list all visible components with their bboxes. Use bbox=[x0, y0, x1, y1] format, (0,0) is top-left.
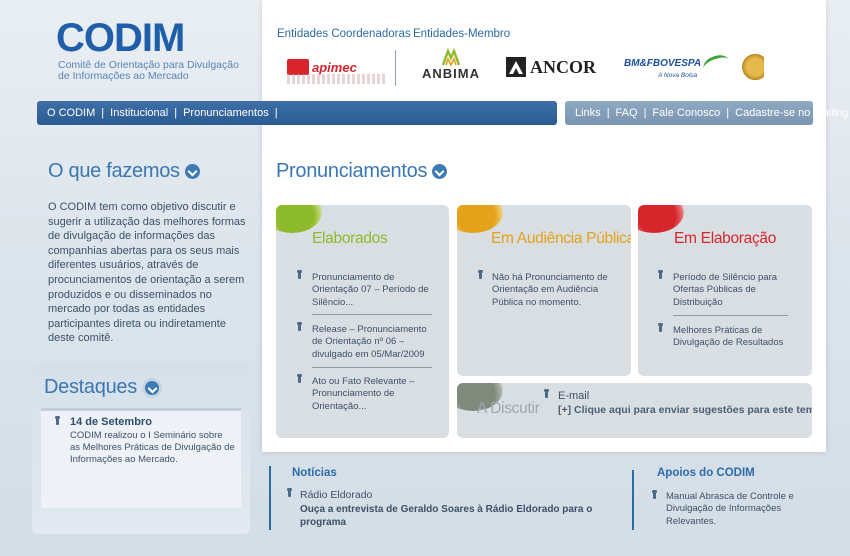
anbima-logo[interactable]: ANBIMA bbox=[418, 48, 484, 86]
card-discutir-title: A Discutir bbox=[477, 400, 540, 417]
apoios-text[interactable]: Manual Abrasca de Controle e Divulgação … bbox=[666, 491, 796, 528]
card-elaborados-title: Elaborados bbox=[312, 230, 388, 247]
noticias-section: Notícias bbox=[292, 467, 337, 479]
chevron-down-icon bbox=[184, 164, 200, 179]
bullet-icon bbox=[55, 416, 60, 425]
green-blob-icon bbox=[276, 205, 322, 233]
bovespa-tagline: A Nova Bolsa bbox=[658, 71, 698, 79]
nav-mailing[interactable]: Cadastre-se no Mailing bbox=[735, 107, 848, 119]
card-elaboracao: Em Elaboração Período de Silêncio para O… bbox=[638, 205, 812, 376]
elaborados-item-1[interactable]: Pronunciamento de Orientação 07 – Períod… bbox=[312, 272, 432, 309]
pronunciamentos-title: Pronunciamentos bbox=[276, 160, 428, 182]
chevron-down-icon bbox=[141, 377, 162, 398]
chevron-down-icon bbox=[432, 164, 448, 179]
nav-separator: | bbox=[101, 107, 105, 119]
entities-divider bbox=[395, 50, 396, 86]
divider bbox=[312, 314, 432, 315]
noticias-headline[interactable]: Ouça a entrevista de Geraldo Soares à Rá… bbox=[300, 503, 600, 529]
nav-separator: | bbox=[174, 107, 178, 119]
apoios-title[interactable]: Apoios do CODIM bbox=[657, 467, 755, 479]
elaborados-item-2[interactable]: Release – Pronunciamento de Orientação n… bbox=[312, 324, 432, 361]
ancor-mark-icon bbox=[506, 57, 526, 77]
card-elaboracao-title: Em Elaboração bbox=[674, 230, 777, 247]
apimec-logo[interactable]: apimec bbox=[287, 48, 387, 86]
cfc-logo[interactable] bbox=[742, 48, 764, 86]
bullet-icon bbox=[297, 374, 302, 383]
logo-subtitle-line2: de Informações ao Mercado bbox=[58, 70, 189, 82]
orange-blob-icon bbox=[457, 205, 503, 233]
divider bbox=[673, 315, 788, 316]
bullet-icon bbox=[297, 322, 302, 331]
about-text: O CODIM tem como objetivo discutir e sug… bbox=[48, 201, 246, 345]
main-nav: O CODIM | Institucional | Pronunciamento… bbox=[37, 101, 557, 125]
nav-separator: | bbox=[643, 107, 647, 119]
anbima-mark-icon bbox=[441, 48, 461, 66]
discutir-email-label: E-mail bbox=[558, 390, 590, 402]
nav-links[interactable]: Links bbox=[575, 107, 601, 119]
bullet-icon bbox=[658, 270, 663, 279]
divider bbox=[312, 367, 432, 368]
members-label: Entidades-Membro bbox=[413, 28, 511, 40]
bullet-icon bbox=[297, 270, 302, 279]
apimec-mark-icon bbox=[287, 59, 309, 75]
codim-logo[interactable]: CODIM Comitê de Orientação para Divulgaç… bbox=[56, 18, 256, 82]
ancor-wordmark: ANCOR bbox=[530, 56, 596, 77]
discutir-suggestion-link[interactable]: [+] Clique aqui para enviar sugestões pa… bbox=[558, 404, 812, 416]
page: CODIM Comitê de Orientação para Divulgaç… bbox=[0, 0, 850, 556]
bullet-icon bbox=[287, 488, 292, 497]
bovespa-logo[interactable]: BM&FBOVESPA A Nova Bolsa bbox=[624, 48, 731, 86]
bullet-icon bbox=[652, 490, 657, 499]
destaque-date: 14 de Setembro bbox=[70, 416, 152, 428]
cfc-seal-icon bbox=[742, 50, 764, 84]
noticias-title[interactable]: Notícias bbox=[292, 467, 337, 479]
nav-o-codim[interactable]: O CODIM bbox=[47, 107, 95, 119]
destaque-text[interactable]: CODIM realizou o I Seminário sobre as Me… bbox=[70, 430, 235, 466]
destaques-heading[interactable]: Destaques bbox=[44, 376, 162, 399]
card-elaborados: Elaborados Pronunciamento de Orientação … bbox=[276, 205, 449, 438]
nav-separator: | bbox=[606, 107, 610, 119]
elaborados-item-3[interactable]: Ato ou Fato Relevante – Pronunciamento d… bbox=[312, 376, 432, 413]
logo-wordmark: CODIM bbox=[56, 16, 185, 60]
elaboracao-item-2[interactable]: Melhores Práticas de Divulgação de Resul… bbox=[673, 325, 793, 350]
bullet-icon bbox=[544, 389, 549, 398]
nav-separator: | bbox=[726, 107, 730, 119]
apimec-wordmark: apimec bbox=[312, 59, 357, 75]
destaques-title: Destaques bbox=[44, 376, 137, 398]
nav-institucional[interactable]: Institucional bbox=[110, 107, 168, 119]
apoios-rule bbox=[632, 470, 634, 530]
noticias-source: Rádio Eldorado bbox=[300, 489, 373, 501]
apimec-fineprint bbox=[287, 74, 387, 84]
coordinators-label: Entidades Coordenadoras bbox=[277, 28, 411, 40]
pronunciamentos-heading[interactable]: Pronunciamentos bbox=[276, 160, 448, 183]
elaboracao-item-1[interactable]: Período de Silêncio para Ofertas Pública… bbox=[673, 272, 793, 309]
logo-subtitle: Comitê de Orientação para Divulgação de … bbox=[58, 60, 256, 82]
about-heading[interactable]: O que fazemos bbox=[48, 160, 200, 183]
nav-separator: | bbox=[274, 107, 278, 119]
ancor-logo[interactable]: ANCOR bbox=[506, 48, 596, 86]
about-title: O que fazemos bbox=[48, 160, 180, 182]
bullet-icon bbox=[478, 270, 483, 279]
bovespa-wordmark: BM&FBOVESPA bbox=[624, 58, 702, 69]
nav-faq[interactable]: FAQ bbox=[616, 107, 638, 119]
audiencia-item-1: Não há Pronunciamento de Orientação em A… bbox=[492, 272, 608, 308]
card-audiencia-title: Em Audiência Pública bbox=[491, 230, 631, 247]
anbima-wordmark: ANBIMA bbox=[422, 66, 480, 81]
bullet-icon bbox=[658, 323, 663, 332]
secondary-nav: Links | FAQ | Fale Conosco | Cadastre-se… bbox=[565, 101, 848, 125]
red-blob-icon bbox=[638, 205, 684, 233]
noticias-rule bbox=[269, 466, 271, 530]
card-audiencia: Em Audiência Pública Não há Pronunciamen… bbox=[457, 205, 631, 376]
apoios-section: Apoios do CODIM bbox=[657, 467, 755, 479]
card-discutir: A Discutir E-mail [+] Clique aqui para e… bbox=[457, 383, 812, 438]
nav-fale-conosco[interactable]: Fale Conosco bbox=[652, 107, 720, 119]
nav-pronunciamentos[interactable]: Pronunciamentos bbox=[183, 107, 269, 119]
